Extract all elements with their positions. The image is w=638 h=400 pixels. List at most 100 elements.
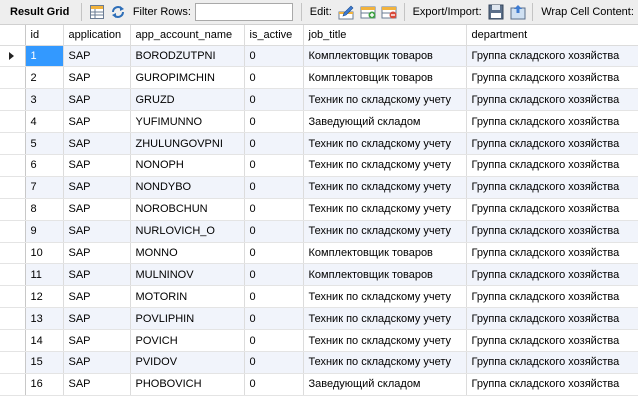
cell-id[interactable]: 3 <box>25 88 64 112</box>
cell-app-account-name[interactable]: NONDYBO <box>130 176 245 199</box>
cell-id[interactable]: 2 <box>25 66 64 90</box>
cell-job-title[interactable]: Техник по складскому учету <box>303 220 467 243</box>
cell-app-account-name[interactable]: PVIDOV <box>130 351 245 374</box>
table-row[interactable]: 10 SAP MONNO 0 Комплектовщик товаров Группа с… <box>0 242 638 265</box>
cell-job-title[interactable]: Техник по складскому учету <box>303 88 467 112</box>
cell-id[interactable]: 5 <box>25 132 64 155</box>
cell-department[interactable]: Группа складского хозяйства <box>466 351 638 374</box>
cell-app-account-name[interactable]: PHOBOVICH <box>130 373 245 396</box>
row-selector[interactable] <box>0 88 26 112</box>
delete-row-icon[interactable] <box>380 2 397 22</box>
cell-department[interactable]: Группа складского хозяйства <box>466 45 638 68</box>
table-row[interactable]: 14 SAP POVICH 0 Техник по складскому учету Гр… <box>0 329 638 352</box>
cell-department[interactable]: Группа складского хозяйства <box>466 110 638 134</box>
cell-is-active[interactable]: 0 <box>244 373 304 396</box>
cell-department[interactable]: Группа складского хозяйства <box>466 263 638 287</box>
cell-is-active[interactable]: 0 <box>244 66 304 90</box>
table-row[interactable]: 3 SAP GRUZD 0 Техник по складскому учету Груп… <box>0 88 638 112</box>
cell-is-active[interactable]: 0 <box>244 154 304 177</box>
cell-is-active[interactable]: 0 <box>244 351 304 374</box>
cell-app-account-name[interactable]: NONOPH <box>130 154 245 177</box>
cell-department[interactable]: Группа складского хозяйства <box>466 242 638 265</box>
table-row[interactable]: 1 SAP BORODZUTPNI 0 Комплектовщик товаров Гру… <box>0 45 638 68</box>
row-selector[interactable] <box>0 307 26 331</box>
cell-application[interactable]: SAP <box>63 66 131 90</box>
cell-department[interactable]: Группа складского хозяйства <box>466 132 638 155</box>
cell-id[interactable]: 13 <box>25 307 64 331</box>
cell-department[interactable]: Группа складского хозяйства <box>466 329 638 352</box>
cell-is-active[interactable]: 0 <box>244 176 304 199</box>
column-header-department[interactable]: department <box>466 25 638 46</box>
table-row[interactable]: 9 SAP NURLOVICH_O 0 Техник по складскому уче… <box>0 220 638 243</box>
cell-app-account-name[interactable]: GRUZD <box>130 88 245 112</box>
cell-job-title[interactable]: Комплектовщик товаров <box>303 45 467 68</box>
cell-id[interactable]: 12 <box>25 285 64 309</box>
cell-id[interactable]: 6 <box>25 154 64 177</box>
row-selector[interactable] <box>0 198 26 221</box>
cell-job-title[interactable]: Техник по складскому учету <box>303 132 467 155</box>
cell-application[interactable]: SAP <box>63 329 131 352</box>
cell-app-account-name[interactable]: POVLIPHIN <box>130 307 245 331</box>
table-row[interactable]: 2 SAP GUROPIMCHIN 0 Комплектовщик товаров Гру… <box>0 66 638 90</box>
cell-application[interactable]: SAP <box>63 110 131 134</box>
table-row[interactable]: 7 SAP NONDYBO 0 Техник по складскому учету Гр… <box>0 176 638 199</box>
row-selector[interactable] <box>0 110 26 134</box>
table-row[interactable]: 5 SAP ZHULUNGOVPNI 0 Техник по складскому уч… <box>0 132 638 155</box>
cell-application[interactable]: SAP <box>63 45 131 68</box>
cell-department[interactable]: Группа складского хозяйства <box>466 373 638 396</box>
grid-icon[interactable] <box>88 2 105 22</box>
row-selector[interactable] <box>0 263 26 287</box>
cell-id[interactable]: 4 <box>25 110 64 134</box>
row-selector[interactable] <box>0 220 26 243</box>
add-row-icon[interactable] <box>359 2 376 22</box>
row-selector[interactable] <box>0 132 26 155</box>
cell-id[interactable]: 8 <box>25 198 64 221</box>
table-row[interactable]: 6 SAP NONOPH 0 Техник по складскому учету Гру… <box>0 154 638 177</box>
row-selector[interactable] <box>0 176 26 199</box>
cell-job-title[interactable]: Комплектовщик товаров <box>303 66 467 90</box>
cell-job-title[interactable]: Заведующий складом <box>303 110 467 134</box>
cell-app-account-name[interactable]: YUFIMUNNO <box>130 110 245 134</box>
cell-department[interactable]: Группа складского хозяйства <box>466 198 638 221</box>
edit-row-icon[interactable] <box>338 2 355 22</box>
cell-id[interactable]: 7 <box>25 176 64 199</box>
cell-is-active[interactable]: 0 <box>244 329 304 352</box>
cell-department[interactable]: Группа складского хозяйства <box>466 220 638 243</box>
cell-application[interactable]: SAP <box>63 132 131 155</box>
cell-job-title[interactable]: Техник по складскому учету <box>303 329 467 352</box>
cell-department[interactable]: Группа складского хозяйства <box>466 307 638 331</box>
cell-app-account-name[interactable]: MOTORIN <box>130 285 245 309</box>
table-row[interactable]: 12 SAP MOTORIN 0 Техник по складскому учету Г… <box>0 285 638 309</box>
row-selector[interactable] <box>0 154 26 177</box>
cell-application[interactable]: SAP <box>63 263 131 287</box>
cell-app-account-name[interactable]: MULNINOV <box>130 263 245 287</box>
column-header-application[interactable]: application <box>63 25 131 46</box>
cell-job-title[interactable]: Техник по складскому учету <box>303 307 467 331</box>
cell-job-title[interactable]: Техник по складскому учету <box>303 285 467 309</box>
cell-app-account-name[interactable]: NURLOVICH_O <box>130 220 245 243</box>
filter-rows-input[interactable] <box>194 3 293 21</box>
cell-app-account-name[interactable]: ZHULUNGOVPNI <box>130 132 245 155</box>
row-selector[interactable] <box>0 351 26 374</box>
cell-is-active[interactable]: 0 <box>244 263 304 287</box>
cell-id[interactable]: 16 <box>25 373 64 396</box>
refresh-icon[interactable] <box>109 2 126 22</box>
table-row[interactable]: 4 SAP YUFIMUNNO 0 Заведующий складом Группа с… <box>0 110 638 134</box>
cell-app-account-name[interactable]: MONNO <box>130 242 245 265</box>
cell-application[interactable]: SAP <box>63 351 131 374</box>
cell-department[interactable]: Группа складского хозяйства <box>466 66 638 90</box>
cell-job-title[interactable]: Техник по складскому учету <box>303 154 467 177</box>
table-row[interactable]: 15 SAP PVIDOV 0 Техник по складскому учету Гр… <box>0 351 638 374</box>
cell-application[interactable]: SAP <box>63 198 131 221</box>
table-row[interactable]: 8 SAP NOROBCHUN 0 Техник по складскому учету… <box>0 198 638 221</box>
cell-id[interactable]: 1 <box>25 45 64 68</box>
cell-app-account-name[interactable]: NOROBCHUN <box>130 198 245 221</box>
cell-application[interactable]: SAP <box>63 176 131 199</box>
row-selector[interactable] <box>0 285 26 309</box>
cell-job-title[interactable]: Заведующий складом <box>303 373 467 396</box>
cell-is-active[interactable]: 0 <box>244 88 304 112</box>
column-header-is-active[interactable]: is_active <box>244 25 304 46</box>
cell-job-title[interactable]: Техник по складскому учету <box>303 198 467 221</box>
cell-is-active[interactable]: 0 <box>244 198 304 221</box>
cell-job-title[interactable]: Техник по складскому учету <box>303 176 467 199</box>
